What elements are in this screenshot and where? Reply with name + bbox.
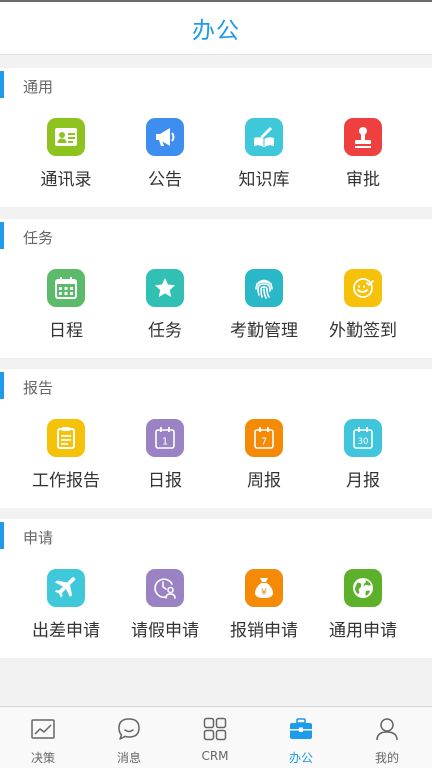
megaphone-icon bbox=[146, 118, 184, 156]
section-title: 任务 bbox=[23, 229, 54, 247]
svg-text:1: 1 bbox=[162, 437, 168, 448]
section-accent-bar bbox=[0, 372, 4, 399]
bottom-tab-bar: 决策 消息 CRM 办公 我的 bbox=[0, 706, 432, 768]
star-icon bbox=[146, 269, 184, 307]
tab-decision[interactable]: 决策 bbox=[0, 707, 86, 768]
chat-bubble-icon bbox=[118, 718, 140, 740]
clipboard-icon bbox=[47, 419, 85, 457]
svg-text:¥: ¥ bbox=[261, 588, 267, 598]
contacts-button[interactable]: 通讯录 bbox=[12, 118, 120, 198]
item-label: 外勤签到 bbox=[329, 321, 397, 341]
section-header: 申请 bbox=[0, 519, 432, 555]
grid-icon bbox=[203, 717, 227, 741]
svg-text:30: 30 bbox=[358, 437, 369, 447]
item-label: 报销申请 bbox=[230, 621, 298, 641]
section-header: 通用 bbox=[0, 68, 432, 104]
general-request-button[interactable]: 通用申请 bbox=[309, 569, 417, 649]
tab-crm[interactable]: CRM bbox=[172, 707, 258, 768]
item-label: 请假申请 bbox=[131, 621, 199, 641]
item-label: 月报 bbox=[346, 471, 380, 491]
tab-mine[interactable]: 我的 bbox=[344, 707, 430, 768]
item-label: 日程 bbox=[49, 321, 83, 341]
chart-icon bbox=[31, 719, 55, 739]
section-title: 通用 bbox=[23, 78, 54, 96]
approval-button[interactable]: 审批 bbox=[309, 118, 417, 198]
field-checkin-button[interactable]: 外勤签到 bbox=[309, 269, 417, 349]
announcement-button[interactable]: 公告 bbox=[111, 118, 219, 198]
icon-row: 日程 任务 考勤管理 外勤签到 bbox=[0, 255, 432, 358]
tab-label: 我的 bbox=[374, 751, 399, 765]
section-general: 通用 通讯录 公告 知识库 审批 bbox=[0, 68, 432, 207]
tab-label: 办公 bbox=[288, 751, 313, 765]
section-title: 申请 bbox=[23, 529, 54, 547]
contacts-icon bbox=[47, 118, 85, 156]
item-label: 审批 bbox=[346, 170, 380, 190]
person-icon bbox=[376, 718, 398, 741]
stamp-icon bbox=[344, 118, 382, 156]
daily-report-button[interactable]: 1 日报 bbox=[111, 419, 219, 499]
item-label: 公告 bbox=[148, 170, 182, 190]
attendance-button[interactable]: 考勤管理 bbox=[210, 269, 318, 349]
icon-row: 出差申请 请假申请 ¥ 报销申请 通用申请 bbox=[0, 555, 432, 658]
item-label: 知识库 bbox=[238, 170, 290, 190]
monthly-report-button[interactable]: 30 月报 bbox=[309, 419, 417, 499]
globe-icon bbox=[344, 569, 382, 607]
book-pen-icon bbox=[245, 118, 283, 156]
section-accent-bar bbox=[0, 71, 4, 98]
leave-request-button[interactable]: 请假申请 bbox=[111, 569, 219, 649]
item-label: 周报 bbox=[247, 471, 281, 491]
section-reports: 报告 工作报告 1 日报 7 周报 30 月报 bbox=[0, 369, 432, 508]
section-tasks: 任务 日程 任务 考勤管理 外勤签到 bbox=[0, 219, 432, 358]
icon-row: 通讯录 公告 知识库 审批 bbox=[0, 104, 432, 207]
task-button[interactable]: 任务 bbox=[111, 269, 219, 349]
section-applications: 申请 出差申请 请假申请 ¥ 报销申请 通用申请 bbox=[0, 519, 432, 658]
tab-messages[interactable]: 消息 bbox=[86, 707, 172, 768]
section-header: 报告 bbox=[0, 369, 432, 405]
item-label: 考勤管理 bbox=[230, 321, 298, 341]
tab-label: 消息 bbox=[116, 751, 141, 765]
calendar-1-icon: 1 bbox=[146, 419, 184, 457]
knowledge-base-button[interactable]: 知识库 bbox=[210, 118, 318, 198]
schedule-button[interactable]: 日程 bbox=[12, 269, 120, 349]
money-bag-icon: ¥ bbox=[245, 569, 283, 607]
work-report-button[interactable]: 工作报告 bbox=[12, 419, 120, 499]
weekly-report-button[interactable]: 7 周报 bbox=[210, 419, 318, 499]
section-accent-bar bbox=[0, 222, 4, 249]
item-label: 通用申请 bbox=[329, 621, 397, 641]
item-label: 出差申请 bbox=[32, 621, 100, 641]
page-title: 办公 bbox=[192, 18, 240, 44]
item-label: 日报 bbox=[148, 471, 182, 491]
app-header: 办公 bbox=[0, 2, 432, 55]
calendar-30-icon: 30 bbox=[344, 419, 382, 457]
leave-clock-icon bbox=[146, 569, 184, 607]
calendar-grid-icon bbox=[47, 269, 85, 307]
reimbursement-button[interactable]: ¥ 报销申请 bbox=[210, 569, 318, 649]
airplane-icon bbox=[47, 569, 85, 607]
business-trip-button[interactable]: 出差申请 bbox=[12, 569, 120, 649]
calendar-7-icon: 7 bbox=[245, 419, 283, 457]
item-label: 任务 bbox=[148, 321, 182, 341]
tab-office[interactable]: 办公 bbox=[258, 707, 344, 768]
item-label: 通讯录 bbox=[40, 170, 92, 190]
tab-label: 决策 bbox=[30, 751, 55, 765]
fingerprint-icon bbox=[245, 269, 283, 307]
icon-row: 工作报告 1 日报 7 周报 30 月报 bbox=[0, 405, 432, 508]
section-accent-bar bbox=[0, 522, 4, 549]
briefcase-icon bbox=[290, 718, 312, 739]
check-badge-icon bbox=[344, 269, 382, 307]
svg-text:7: 7 bbox=[261, 437, 267, 448]
section-title: 报告 bbox=[23, 379, 54, 397]
tab-label: CRM bbox=[201, 749, 229, 763]
section-header: 任务 bbox=[0, 219, 432, 255]
item-label: 工作报告 bbox=[32, 471, 100, 491]
